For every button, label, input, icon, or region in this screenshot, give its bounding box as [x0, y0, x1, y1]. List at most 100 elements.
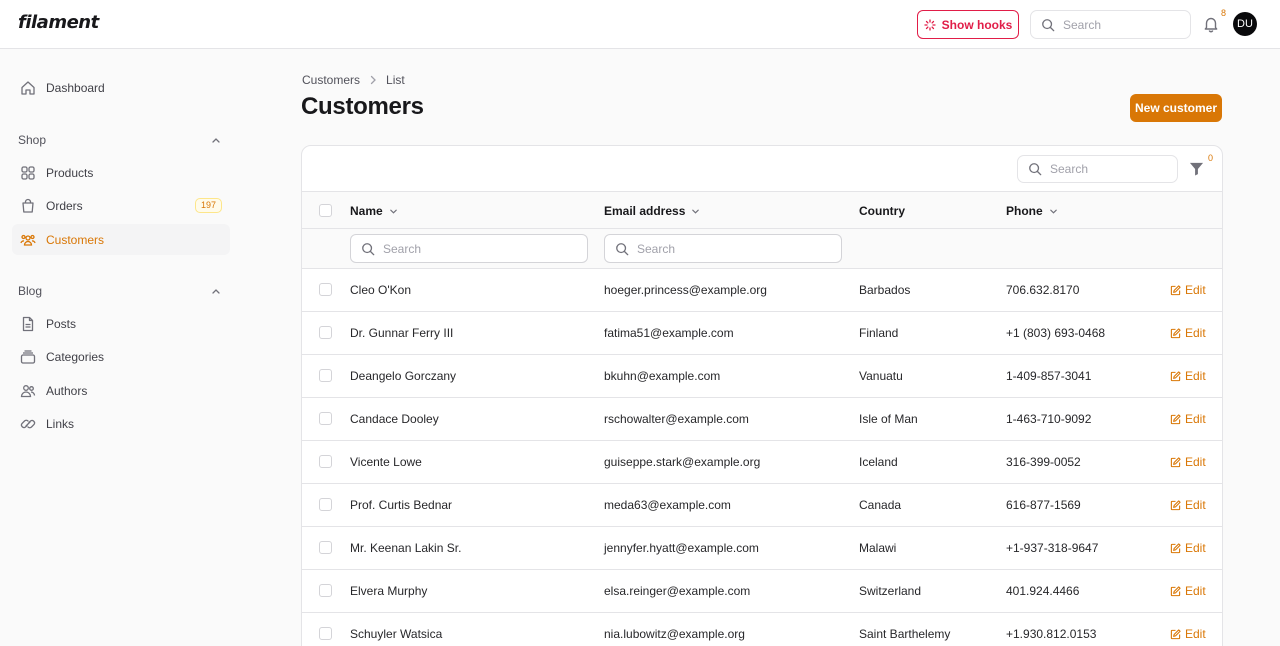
table-row: Vicente Lowe guiseppe.stark@example.org … — [302, 441, 1222, 484]
edit-button[interactable]: Edit — [1170, 326, 1206, 340]
customer-email: fatima51@example.com — [604, 326, 734, 340]
sidebar: Dashboard Shop Products Orders 197 Custo… — [0, 49, 244, 646]
column-header-email[interactable]: Email address — [604, 204, 700, 218]
row-checkbox[interactable] — [319, 369, 332, 382]
search-icon — [362, 242, 375, 255]
authors-icon — [20, 384, 36, 397]
row-checkbox[interactable] — [319, 584, 332, 597]
edit-icon — [1170, 413, 1181, 424]
customer-country: Saint Barthelemy — [859, 627, 951, 641]
orders-count-badge: 197 — [194, 198, 222, 213]
edit-label: Edit — [1185, 369, 1206, 383]
customer-email: bkuhn@example.com — [604, 369, 721, 383]
edit-button[interactable]: Edit — [1170, 283, 1206, 297]
edit-label: Edit — [1185, 498, 1206, 512]
app-logo[interactable]: filament — [18, 12, 99, 33]
categories-icon — [20, 349, 36, 364]
chevron-up-icon[interactable] — [211, 286, 221, 296]
edit-button[interactable]: Edit — [1170, 584, 1206, 598]
top-bar: filament Show hooks Search 8 DU — [0, 0, 1280, 49]
row-checkbox[interactable] — [319, 541, 332, 554]
customer-name: Dr. Gunnar Ferry III — [350, 326, 454, 340]
column-header-label: Country — [859, 204, 905, 218]
bell-icon[interactable] — [1202, 15, 1220, 33]
customer-name: Candace Dooley — [350, 412, 439, 426]
new-customer-button[interactable]: New customer — [1130, 94, 1222, 122]
customer-phone: 616-877-1569 — [1006, 498, 1081, 512]
edit-label: Edit — [1185, 412, 1206, 426]
table-header-row: Name Email address Country Phone — [302, 192, 1222, 229]
table-row: Dr. Gunnar Ferry III fatima51@example.co… — [302, 312, 1222, 355]
posts-icon — [22, 316, 34, 331]
table-toolbar: Search 0 — [302, 146, 1222, 192]
column-header-phone[interactable]: Phone — [1006, 204, 1058, 218]
user-avatar[interactable]: DU — [1233, 12, 1257, 36]
sidebar-item-posts[interactable]: Posts — [12, 308, 230, 339]
sidebar-item-dashboard[interactable]: Dashboard — [12, 72, 230, 103]
table-row: Deangelo Gorczany bkuhn@example.com Vanu… — [302, 355, 1222, 398]
filter-icon[interactable] — [1189, 161, 1204, 176]
chevron-down-icon — [389, 209, 397, 214]
breadcrumb: Customers List — [302, 73, 405, 87]
sidebar-item-products[interactable]: Products — [12, 157, 230, 188]
sidebar-item-authors[interactable]: Authors — [12, 375, 230, 406]
sidebar-item-categories[interactable]: Categories — [12, 341, 230, 372]
sidebar-item-orders[interactable]: Orders 197 — [12, 190, 230, 221]
customers-icon — [20, 234, 36, 246]
edit-button[interactable]: Edit — [1170, 412, 1206, 426]
chevron-up-icon[interactable] — [211, 135, 221, 145]
customer-country: Finland — [859, 326, 899, 340]
column-header-name[interactable]: Name — [350, 204, 398, 218]
column-search-placeholder: Search — [383, 241, 422, 256]
customer-name: Prof. Curtis Bednar — [350, 498, 453, 512]
customer-phone: 316-399-0052 — [1006, 455, 1081, 469]
column-header-label: Name — [350, 204, 383, 218]
table-search-input[interactable]: Search — [1017, 155, 1178, 183]
customer-phone: 401.924.4466 — [1006, 584, 1080, 598]
customer-email: guiseppe.stark@example.org — [604, 455, 761, 469]
edit-button[interactable]: Edit — [1170, 541, 1206, 555]
sidebar-item-customers[interactable]: Customers — [12, 224, 230, 255]
row-checkbox[interactable] — [319, 498, 332, 511]
table-row: Schuyler Watsica nia.lubowitz@example.or… — [302, 613, 1222, 646]
edit-label: Edit — [1185, 283, 1206, 297]
breadcrumb-list[interactable]: List — [386, 73, 405, 87]
home-icon — [21, 80, 35, 95]
global-search-input[interactable]: Search — [1030, 10, 1191, 39]
table-row: Elvera Murphy elsa.reinger@example.com S… — [302, 570, 1222, 613]
table-row: Prof. Curtis Bednar meda63@example.com C… — [302, 484, 1222, 527]
column-search-row: Search Search — [302, 229, 1222, 269]
sidebar-item-label: Products — [46, 165, 94, 180]
row-checkbox[interactable] — [319, 412, 332, 425]
row-checkbox[interactable] — [319, 455, 332, 468]
select-all-checkbox[interactable] — [319, 204, 332, 217]
sidebar-item-links[interactable]: Links — [12, 408, 230, 439]
column-header-country: Country — [859, 204, 905, 218]
show-hooks-button[interactable]: Show hooks — [917, 10, 1019, 39]
customer-country: Isle of Man — [859, 412, 918, 426]
sidebar-item-label: Dashboard — [46, 80, 105, 95]
filter-count-badge: 0 — [1208, 153, 1214, 163]
sidebar-group-blog: Blog — [18, 284, 43, 298]
email-column-search-input[interactable]: Search — [604, 234, 842, 263]
customer-phone: +1.930.812.0153 — [1006, 627, 1097, 641]
edit-button[interactable]: Edit — [1170, 455, 1206, 469]
customer-country: Switzerland — [859, 584, 922, 598]
customer-country: Iceland — [859, 455, 898, 469]
search-icon — [1042, 18, 1055, 31]
name-column-search-input[interactable]: Search — [350, 234, 588, 263]
table-row: Cleo O'Kon hoeger.princess@example.org B… — [302, 269, 1222, 312]
customer-country: Barbados — [859, 283, 911, 297]
customer-name: Elvera Murphy — [350, 584, 428, 598]
page-title: Customers — [301, 93, 424, 120]
row-checkbox[interactable] — [319, 326, 332, 339]
customer-name: Deangelo Gorczany — [350, 369, 457, 383]
customer-name: Cleo O'Kon — [350, 283, 411, 297]
customer-phone: 1-463-710-9092 — [1006, 412, 1092, 426]
breadcrumb-customers[interactable]: Customers — [302, 73, 360, 87]
row-checkbox[interactable] — [319, 283, 332, 296]
row-checkbox[interactable] — [319, 627, 332, 640]
edit-button[interactable]: Edit — [1170, 627, 1206, 641]
edit-button[interactable]: Edit — [1170, 498, 1206, 512]
edit-button[interactable]: Edit — [1170, 369, 1206, 383]
